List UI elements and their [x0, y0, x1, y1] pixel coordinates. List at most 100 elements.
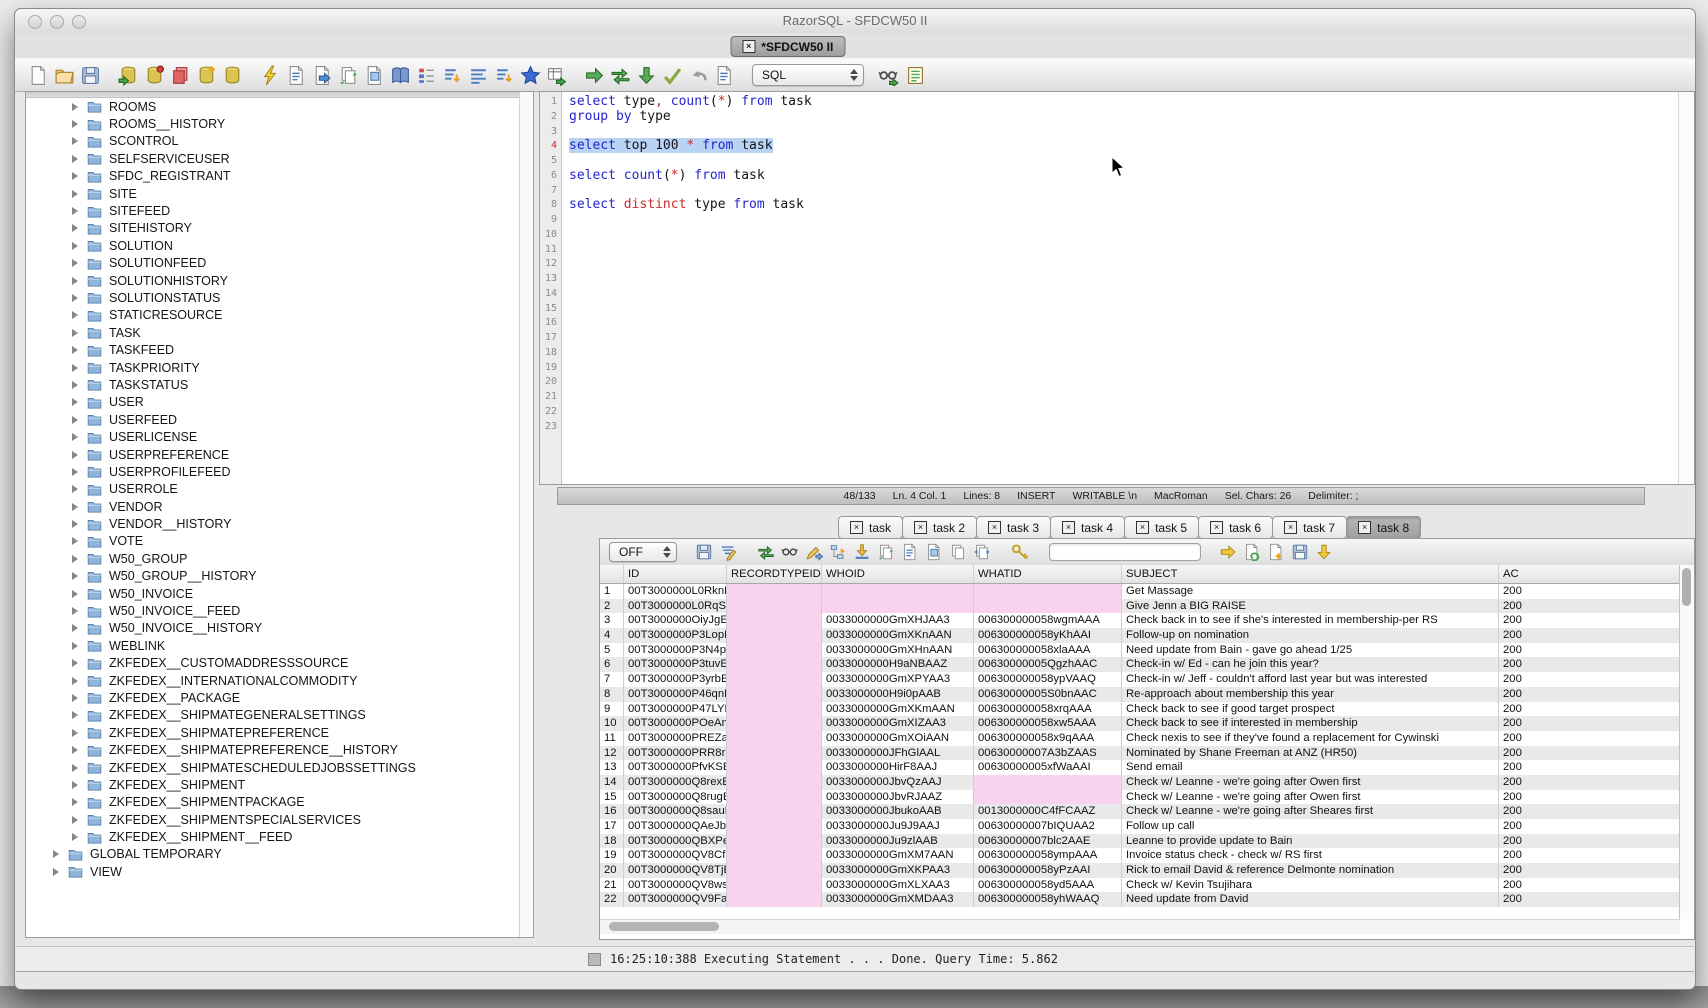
code-line[interactable]: select top 100 * from task — [569, 139, 1678, 154]
reload-table-icon[interactable] — [877, 543, 895, 561]
cell-activitydate[interactable]: 200 — [1499, 848, 1525, 863]
tree-item-userpreference[interactable]: USERPREFERENCE — [26, 446, 533, 463]
result-tab-task-3[interactable]: ×task 3 — [976, 516, 1051, 539]
cell-subject[interactable]: Follow-up on nomination — [1122, 628, 1499, 643]
cell-id[interactable]: 00T3000000Q8rexEAB — [624, 775, 727, 790]
disclosure-triangle-icon[interactable] — [53, 868, 59, 876]
cell-subject[interactable]: Give Jenn a BIG RAISE — [1122, 599, 1499, 614]
cell-id[interactable]: 00T3000000Q8rugEAB — [624, 790, 727, 805]
cell-whatid[interactable]: 006300000058xw5AAA — [974, 716, 1122, 731]
cell-id[interactable]: 00T3000000P46qnEAB — [624, 687, 727, 702]
disclosure-triangle-icon[interactable] — [72, 520, 78, 528]
cell-whoid[interactable]: 0033000000GmXPYAA3 — [822, 672, 974, 687]
sql-editor[interactable]: 1234567891011121314151617181920212223 se… — [539, 91, 1695, 485]
table-row[interactable]: 800T3000000P46qnEAB0033000000H9i0pAAB006… — [600, 687, 1680, 702]
cell-whoid[interactable]: 0033000000JbvRJAAZ — [822, 790, 974, 805]
cell-recordtypeid[interactable] — [727, 613, 822, 628]
tree-item-staticresource[interactable]: STATICRESOURCE — [26, 307, 533, 324]
go-arrow-icon[interactable] — [1219, 543, 1237, 561]
code-line[interactable] — [569, 125, 1678, 140]
disclosure-triangle-icon[interactable] — [72, 103, 78, 111]
cell-whatid[interactable] — [974, 790, 1122, 805]
results-search-input[interactable] — [1049, 543, 1201, 561]
disclosure-triangle-icon[interactable] — [72, 816, 78, 824]
result-tab-task-2[interactable]: ×task 2 — [902, 516, 977, 539]
tree-item-solutionfeed[interactable]: SOLUTIONFEED — [26, 255, 533, 272]
cell-whatid[interactable] — [974, 775, 1122, 790]
transpose-results-icon[interactable] — [973, 543, 991, 561]
cell-id[interactable]: 00T3000000L0RqSEAV — [624, 599, 727, 614]
table-row[interactable]: 1700T3000000QAeJbEAL0033000000Ju9J9AAJ00… — [600, 819, 1680, 834]
cell-id[interactable]: 00T3000000P3tuvEAB — [624, 657, 727, 672]
cell-activitydate[interactable]: 200 — [1499, 863, 1525, 878]
insert-row-icon[interactable] — [829, 543, 847, 561]
code-line[interactable] — [569, 302, 1678, 317]
cell-whoid[interactable]: 0033000000H9aNBAAZ — [822, 657, 974, 672]
tree-item-selfserviceuser[interactable]: SELFSERVICEUSER — [26, 150, 533, 167]
result-tab-task[interactable]: ×task — [838, 516, 903, 539]
tree-item-taskpriority[interactable]: TASKPRIORITY — [26, 359, 533, 376]
view-as-text-icon[interactable] — [925, 543, 943, 561]
close-tab-icon[interactable]: × — [988, 521, 1001, 534]
describe-results-icon[interactable] — [901, 543, 919, 561]
cell-activitydate[interactable]: 200 — [1499, 716, 1525, 731]
cell-whatid[interactable]: 006300000058ypVAAQ — [974, 672, 1122, 687]
tree-item-view[interactable]: VIEW — [26, 863, 533, 880]
cell-whoid[interactable]: 0033000000H9i0pAAB — [822, 687, 974, 702]
tree-item-zkfedex-shipmentpackage[interactable]: ZKFEDEX__SHIPMENTPACKAGE — [26, 794, 533, 811]
disclosure-triangle-icon[interactable] — [72, 155, 78, 163]
disclosure-triangle-icon[interactable] — [72, 833, 78, 841]
disclosure-triangle-icon[interactable] — [72, 294, 78, 302]
tree-item-weblink[interactable]: WEBLINK — [26, 637, 533, 654]
tree-item-vendor-history[interactable]: VENDOR__HISTORY — [26, 515, 533, 532]
result-tab-task-5[interactable]: ×task 5 — [1124, 516, 1199, 539]
column-header-id[interactable]: ID — [624, 565, 727, 583]
new-connection-icon[interactable] — [144, 65, 165, 86]
format-sql-icon[interactable] — [494, 65, 515, 86]
cell-activitydate[interactable]: 200 — [1499, 819, 1525, 834]
table-row[interactable]: 700T3000000P3yrbEAB0033000000GmXPYAA3006… — [600, 672, 1680, 687]
cell-whoid[interactable]: 0033000000GmXHnAAN — [822, 643, 974, 658]
tree-item-rooms-history[interactable]: ROOMS__HISTORY — [26, 115, 533, 132]
execute-fetch-icon[interactable] — [636, 65, 657, 86]
cell-subject[interactable]: Invoice status check - check w/ RS first — [1122, 848, 1499, 863]
cell-subject[interactable]: Send email — [1122, 760, 1499, 775]
cell-subject[interactable]: Check w/ Kevin Tsujihara — [1122, 878, 1499, 893]
table-row[interactable]: 200T3000000L0RqSEAVGive Jenn a BIG RAISE… — [600, 599, 1680, 614]
cell-recordtypeid[interactable] — [727, 657, 822, 672]
tree-item-vendor[interactable]: VENDOR — [26, 498, 533, 515]
cell-recordtypeid[interactable] — [727, 687, 822, 702]
table-row[interactable]: 100T3000000L0RknEAFGet Massage200 — [600, 584, 1680, 599]
cell-recordtypeid[interactable] — [727, 775, 822, 790]
code-line[interactable]: group by type — [569, 110, 1678, 125]
disclosure-triangle-icon[interactable] — [72, 242, 78, 250]
cell-subject[interactable]: Follow up call — [1122, 819, 1499, 834]
cell-activitydate[interactable]: 200 — [1499, 760, 1525, 775]
tree-item-rooms[interactable]: ROOMS — [26, 98, 533, 115]
disclosure-triangle-icon[interactable] — [72, 120, 78, 128]
cell-whatid[interactable]: 00630000005S0bnAAC — [974, 687, 1122, 702]
disclosure-triangle-icon[interactable] — [72, 311, 78, 319]
cell-activitydate[interactable]: 200 — [1499, 834, 1525, 849]
cell-recordtypeid[interactable] — [727, 848, 822, 863]
cell-activitydate[interactable]: 200 — [1499, 628, 1525, 643]
rollback-icon[interactable] — [688, 65, 709, 86]
cell-id[interactable]: 00T3000000QV9FaEAL — [624, 892, 727, 907]
code-line[interactable] — [569, 287, 1678, 302]
cell-recordtypeid[interactable] — [727, 819, 822, 834]
cell-whatid[interactable]: 00630000007bIQUAA2 — [974, 819, 1122, 834]
code-line[interactable] — [569, 375, 1678, 390]
cell-whoid[interactable]: 0033000000GmXLXAA3 — [822, 878, 974, 893]
cell-subject[interactable]: Check back to see if good target prospec… — [1122, 702, 1499, 717]
cell-id[interactable]: 00T3000000QBXPeEAP — [624, 834, 727, 849]
table-row[interactable]: 1600T3000000Q8sauEAB0033000000JbukoAAB00… — [600, 804, 1680, 819]
connect-database-icon[interactable] — [118, 65, 139, 86]
save-results-icon[interactable] — [695, 543, 713, 561]
cell-whatid[interactable]: 0013000000C4fFCAAZ — [974, 804, 1122, 819]
result-tab-task-8[interactable]: ×task 8 — [1346, 516, 1421, 539]
code-line[interactable] — [569, 316, 1678, 331]
tree-item-userlicense[interactable]: USERLICENSE — [26, 428, 533, 445]
disclosure-triangle-icon[interactable] — [72, 677, 78, 685]
close-tab-icon[interactable]: × — [1062, 521, 1075, 534]
tree-item-sitehistory[interactable]: SITEHISTORY — [26, 220, 533, 237]
